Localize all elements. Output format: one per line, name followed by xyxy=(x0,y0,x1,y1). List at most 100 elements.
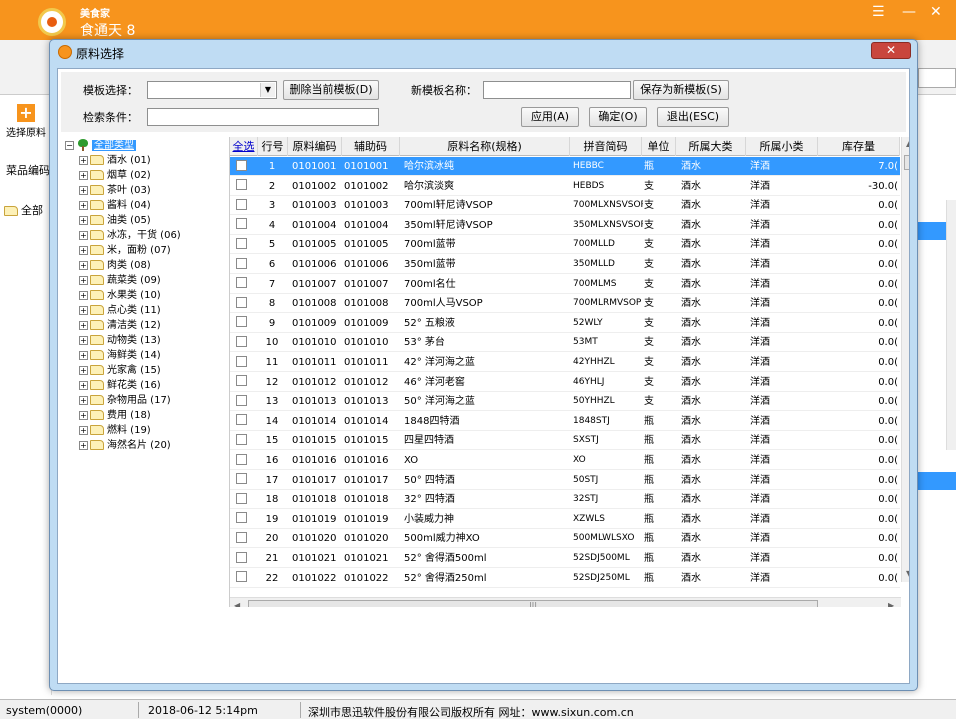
table-row[interactable]: 15 0101015 0101015 四星四特酒 SXSTJ 瓶 酒水 洋酒 0.0( xyxy=(230,431,900,451)
chevron-down-icon[interactable]: ▼ xyxy=(260,83,275,97)
tree-item[interactable]: + 烟草 (02) xyxy=(79,169,151,184)
expand-icon[interactable]: + xyxy=(79,350,88,360)
scroll-down-icon[interactable]: ▼ xyxy=(906,569,909,578)
table-row[interactable]: 13 0101013 0101013 50° 洋河海之蓝 50YHHZL 支 酒水 洋酒 0.0… xyxy=(230,392,900,412)
scroll-thumb[interactable] xyxy=(904,155,909,170)
row-checkbox[interactable] xyxy=(236,433,247,445)
expand-icon[interactable]: + xyxy=(79,440,88,450)
scroll-up-icon[interactable]: ▲ xyxy=(906,139,909,148)
app-search-input[interactable] xyxy=(918,68,956,88)
row-checkbox[interactable] xyxy=(236,473,247,485)
row-checkbox[interactable] xyxy=(236,159,247,171)
expand-icon[interactable]: + xyxy=(79,200,88,210)
tree-item[interactable]: + 水果类 (10) xyxy=(79,289,161,304)
expand-icon[interactable]: + xyxy=(79,155,88,165)
tree-item[interactable]: + 酱料 (04) xyxy=(79,199,151,214)
header-category[interactable]: 所属大类 xyxy=(676,137,746,156)
row-checkbox[interactable] xyxy=(236,531,247,543)
expand-icon[interactable]: + xyxy=(79,410,88,420)
horizontal-scrollbar[interactable]: ◀ ||| ▶ xyxy=(230,597,901,607)
table-row[interactable]: 6 0101006 0101006 350ml蓝带 350MLLD 支 酒水 洋酒 0.0( xyxy=(230,255,900,274)
tree-item[interactable]: + 费用 (18) xyxy=(79,409,151,424)
tree-item[interactable]: + 米，面粉 (07) xyxy=(79,244,171,259)
table-row[interactable]: 14 0101014 0101014 1848四特酒 1848STJ 瓶 酒水 洋酒 0.0( xyxy=(230,412,900,431)
row-checkbox[interactable] xyxy=(236,198,247,210)
tree-item[interactable]: + 肉类 (08) xyxy=(79,259,151,274)
table-row[interactable]: 7 0101007 0101007 700ml名仕 700MLMS 支 酒水 洋酒 0.0( xyxy=(230,275,900,294)
collapse-icon[interactable]: − xyxy=(65,140,74,150)
expand-icon[interactable]: + xyxy=(79,335,88,345)
tree-item[interactable]: + 清洁类 (12) xyxy=(79,319,161,334)
row-checkbox[interactable] xyxy=(236,394,247,406)
minimize-button[interactable]: — xyxy=(902,4,916,20)
select-material-button[interactable]: + 选择原料 xyxy=(4,100,48,146)
row-checkbox[interactable] xyxy=(236,414,247,426)
table-row[interactable]: 11 0101011 0101011 42° 洋河海之蓝 42YHHZL 支 酒水 洋酒 0.0… xyxy=(230,353,900,372)
row-checkbox[interactable] xyxy=(236,571,247,583)
menu-icon[interactable]: ☰ xyxy=(872,4,885,20)
exit-button[interactable]: 退出(ESC) xyxy=(657,107,729,127)
select-all-header[interactable]: 全选 xyxy=(230,137,258,156)
tree-item[interactable]: + 点心类 (11) xyxy=(79,304,161,319)
table-row[interactable]: 8 0101008 0101008 700ml人马VSOP 700MLRMVSOP 支 酒水… xyxy=(230,294,900,314)
expand-icon[interactable]: + xyxy=(79,260,88,270)
scroll-right-icon[interactable]: ▶ xyxy=(888,601,894,607)
tree-root[interactable]: − 全部类型 xyxy=(65,139,136,154)
app-close-button[interactable]: ✕ xyxy=(930,4,942,20)
row-checkbox[interactable] xyxy=(236,512,247,524)
header-pinyin[interactable]: 拼音简码 xyxy=(570,137,642,156)
header-aux-code[interactable]: 辅助码 xyxy=(342,137,400,156)
table-row[interactable]: 22 0101022 0101022 52° 舍得酒250ml 52SDJ250ML 瓶 酒… xyxy=(230,569,900,588)
template-select[interactable]: ▼ xyxy=(147,81,277,99)
tree-item[interactable]: + 蔬菜类 (09) xyxy=(79,274,161,289)
expand-icon[interactable]: + xyxy=(79,230,88,240)
expand-icon[interactable]: + xyxy=(79,425,88,435)
search-input[interactable] xyxy=(147,108,379,126)
dialog-close-button[interactable]: ✕ xyxy=(871,42,911,59)
expand-icon[interactable]: + xyxy=(79,365,88,375)
header-row-no[interactable]: 行号 xyxy=(258,137,288,156)
tree-item[interactable]: + 茶叶 (03) xyxy=(79,184,151,199)
ok-button[interactable]: 确定(O) xyxy=(589,107,647,127)
save-template-button[interactable]: 保存为新模板(S) xyxy=(633,80,729,100)
expand-icon[interactable]: + xyxy=(79,305,88,315)
row-checkbox[interactable] xyxy=(236,218,247,230)
scroll-left-icon[interactable]: ◀ xyxy=(234,601,240,607)
expand-icon[interactable]: + xyxy=(79,185,88,195)
table-row[interactable]: 2 0101002 0101002 哈尔滨淡爽 HEBDS 支 酒水 洋酒 -30.0( xyxy=(230,177,900,196)
tree-item[interactable]: + 酒水 (01) xyxy=(79,154,151,169)
header-stock[interactable]: 库存量 xyxy=(818,137,900,156)
tree-item[interactable]: + 杂物用品 (17) xyxy=(79,394,171,409)
table-row[interactable]: 12 0101012 0101012 46° 洋河老窖 46YHLJ 支 酒水 洋酒 0.0( xyxy=(230,373,900,392)
vertical-scrollbar[interactable]: ▲ ▼ xyxy=(901,137,909,582)
table-row[interactable]: 5 0101005 0101005 700ml蓝带 700MLLD 支 酒水 洋酒 0.0( xyxy=(230,235,900,255)
row-checkbox[interactable] xyxy=(236,257,247,269)
delete-template-button[interactable]: 删除当前模板(D) xyxy=(283,80,379,100)
expand-icon[interactable]: + xyxy=(79,290,88,300)
header-subcategory[interactable]: 所属小类 xyxy=(746,137,818,156)
table-row[interactable]: 21 0101021 0101021 52° 舍得酒500ml 52SDJ500ML 瓶 酒… xyxy=(230,549,900,568)
expand-icon[interactable]: + xyxy=(79,245,88,255)
table-row[interactable]: 10 0101010 0101010 53° 茅台 53MT 支 酒水 洋酒 0.0( xyxy=(230,333,900,353)
expand-icon[interactable]: + xyxy=(79,320,88,330)
row-checkbox[interactable] xyxy=(236,375,247,387)
expand-icon[interactable]: + xyxy=(79,380,88,390)
tree-item[interactable]: + 鲜花类 (16) xyxy=(79,379,161,394)
table-row[interactable]: 9 0101009 0101009 52° 五粮液 52WLY 支 酒水 洋酒 0.0( xyxy=(230,314,900,333)
row-checkbox[interactable] xyxy=(236,179,247,191)
row-checkbox[interactable] xyxy=(236,237,247,249)
table-row[interactable]: 19 0101019 0101019 小装威力神 XZWLS 瓶 酒水 洋酒 0.0( xyxy=(230,510,900,529)
tree-item[interactable]: + 燃料 (19) xyxy=(79,424,151,439)
table-row[interactable]: 17 0101017 0101017 50° 四特酒 50STJ 瓶 酒水 洋酒 0.0( xyxy=(230,471,900,490)
row-checkbox[interactable] xyxy=(236,492,247,504)
header-unit[interactable]: 单位 xyxy=(642,137,676,156)
header-code[interactable]: 原料编码 xyxy=(288,137,342,156)
row-checkbox[interactable] xyxy=(236,296,247,308)
new-template-input[interactable] xyxy=(483,81,631,99)
table-row[interactable]: 1 0101001 0101001 哈尔滨冰纯 HEBBC 瓶 酒水 洋酒 7.0( xyxy=(230,157,900,176)
bg-scrollbar[interactable] xyxy=(946,200,956,450)
tree-item[interactable]: + 海鲜类 (14) xyxy=(79,349,161,364)
table-row[interactable]: 4 0101004 0101004 350ml轩尼诗VSOP 350MLXNSVSOP 支… xyxy=(230,216,900,235)
tree-item[interactable]: + 油类 (05) xyxy=(79,214,151,229)
header-name[interactable]: 原料名称(规格) xyxy=(400,137,570,156)
